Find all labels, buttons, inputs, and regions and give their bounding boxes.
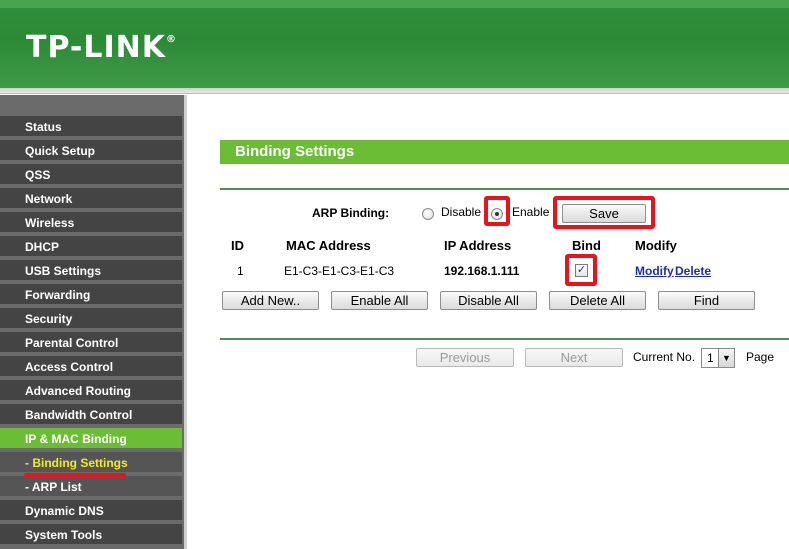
section-divider-top: [220, 188, 789, 190]
sidebar-item-binding-settings[interactable]: - Binding Settings: [0, 452, 182, 474]
sidebar-item-forwarding[interactable]: Forwarding: [0, 284, 182, 306]
delete-all-button[interactable]: Delete All: [549, 291, 646, 310]
sidebar-item-ip-mac-binding[interactable]: IP & MAC Binding: [0, 428, 182, 450]
tplink-logo: TP-LINK®: [26, 30, 178, 65]
page-label: Page: [746, 350, 775, 364]
page-select-value: 1: [707, 351, 714, 365]
row-1-delete-link[interactable]: Delete: [675, 264, 711, 278]
sidebar-item-arp-list[interactable]: - ARP List: [0, 476, 182, 498]
page-select[interactable]: 1 ▼: [701, 348, 735, 368]
disable-all-button[interactable]: Disable All: [440, 291, 537, 310]
header-divider: [0, 88, 789, 94]
sidebar-item-parental-control[interactable]: Parental Control: [0, 332, 182, 354]
sidebar-item-dynamic-dns[interactable]: Dynamic DNS: [0, 500, 182, 522]
sidebar-item-security[interactable]: Security: [0, 308, 182, 330]
enable-all-button[interactable]: Enable All: [331, 291, 428, 310]
section-divider-bottom: [220, 338, 789, 340]
col-header-id: ID: [231, 238, 244, 253]
sidebar-item-system-tools[interactable]: System Tools: [0, 524, 182, 546]
router-admin-window: TP-LINK® Status Quick Setup QSS Network …: [0, 0, 789, 549]
sidebar-item-qss[interactable]: QSS: [0, 164, 182, 186]
col-header-ip: IP Address: [444, 238, 512, 253]
sidebar-item-dhcp[interactable]: DHCP: [0, 236, 182, 258]
row-1-modify-link[interactable]: Modify: [635, 264, 674, 278]
col-header-modify: Modify: [635, 238, 677, 253]
annotation-box-save: [553, 196, 655, 229]
enable-label: Enable: [512, 205, 550, 219]
disable-radio[interactable]: [422, 208, 434, 220]
add-new-button[interactable]: Add New..: [222, 291, 319, 310]
annotation-box-enable: [484, 196, 510, 226]
disable-label: Disable: [441, 205, 482, 219]
annotation-underline: [24, 473, 126, 477]
sidebar-item-usb-settings[interactable]: USB Settings: [0, 260, 182, 282]
page-title: Binding Settings: [220, 140, 789, 164]
next-button[interactable]: Next: [525, 348, 623, 367]
sidebar-item-network[interactable]: Network: [0, 188, 182, 210]
col-header-mac: MAC Address: [286, 238, 371, 253]
header-highlight: [0, 0, 789, 8]
row-1-ip: 192.168.1.111: [444, 264, 520, 278]
row-1-mac: E1-C3-E1-C3-E1-C3: [284, 264, 395, 278]
sidebar-item-wireless[interactable]: Wireless: [0, 212, 182, 234]
row-1-id: 1: [237, 264, 244, 278]
sidebar-item-status[interactable]: Status: [0, 116, 182, 138]
annotation-box-bind: [565, 254, 597, 286]
previous-button[interactable]: Previous: [416, 348, 514, 367]
chevron-down-icon: ▼: [718, 349, 734, 367]
sidebar-item-access-control[interactable]: Access Control: [0, 356, 182, 378]
sidebar-item-advanced-routing[interactable]: Advanced Routing: [0, 380, 182, 402]
sidebar-item-bandwidth-control[interactable]: Bandwidth Control: [0, 404, 182, 426]
find-button[interactable]: Find: [658, 291, 755, 310]
col-header-bind: Bind: [572, 238, 601, 253]
current-no-label: Current No.: [633, 350, 696, 364]
sidebar-item-quick-setup[interactable]: Quick Setup: [0, 140, 182, 162]
arp-binding-label: ARP Binding:: [312, 206, 390, 220]
header-banner: TP-LINK®: [0, 0, 789, 88]
